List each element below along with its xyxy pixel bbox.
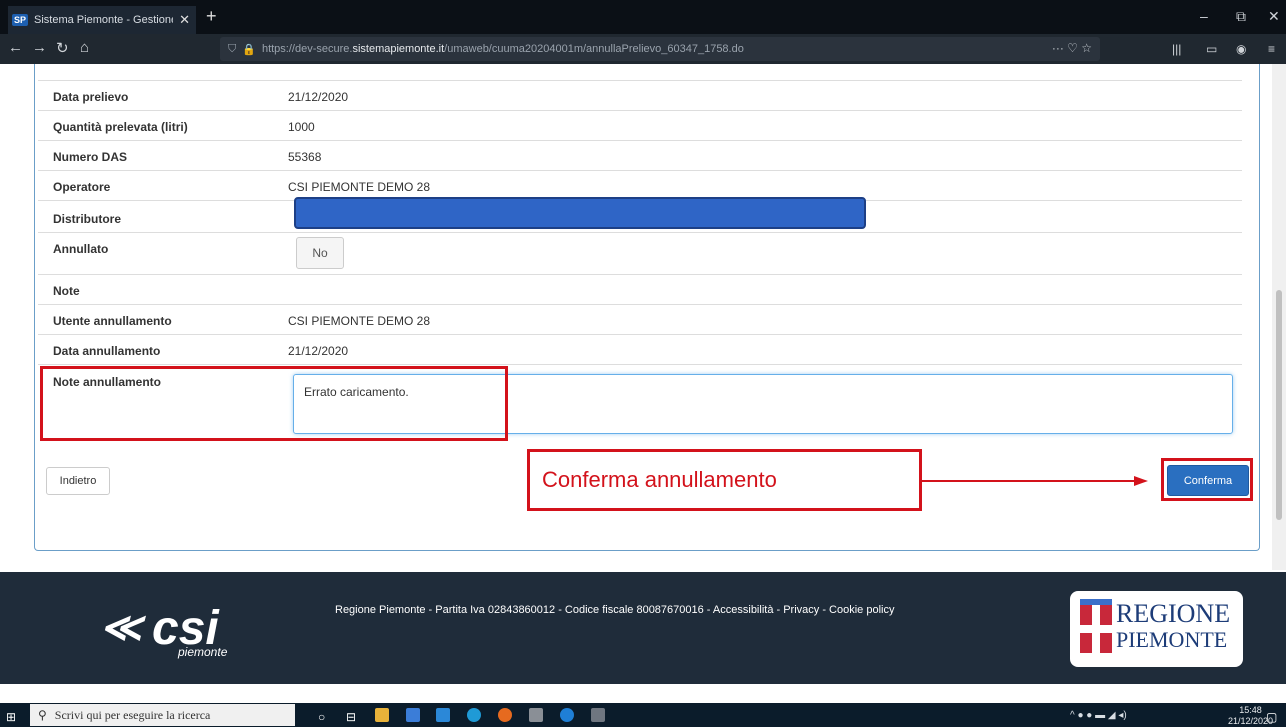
scrollbar-thumb[interactable] (1276, 290, 1282, 520)
browser-tab[interactable]: SP Sistema Piemonte - Gestione a ✕ (8, 6, 196, 34)
row-value: CSI PIEMONTE DEMO 28 (288, 180, 431, 194)
restore-icon[interactable]: ⧉ (1236, 8, 1246, 25)
search-icon: ⚲ (38, 707, 47, 722)
close-window-icon[interactable]: ✕ (1268, 8, 1280, 25)
table-row: Quantità prelevata (litri) 1000 (38, 110, 1242, 141)
annotation-callout: Conferma annullamento (527, 449, 922, 511)
footer-links[interactable]: Regione Piemonte - Partita Iva 028438600… (335, 604, 894, 616)
paint-icon[interactable] (529, 708, 543, 722)
csi-logo: ≪ csi piemonte (100, 602, 260, 661)
forward-icon[interactable]: → (32, 39, 47, 56)
table-row: Data annullamento 21/12/2020 (38, 334, 1242, 365)
flag-icon (1080, 605, 1112, 653)
browser-titlebar: SP Sistema Piemonte - Gestione a ✕ + – ⧉… (0, 0, 1286, 34)
taskbar-search-placeholder: Scrivi qui per eseguire la ricerca (54, 707, 211, 722)
row-label: Distributore (53, 212, 122, 226)
arrow-icon (922, 476, 1148, 486)
cortana-icon[interactable]: ○ (318, 710, 325, 724)
row-label: Data prelievo (53, 90, 129, 104)
sidebar-icon[interactable]: ▭ (1206, 42, 1217, 56)
row-label: Quantità prelevata (litri) (53, 120, 188, 134)
row-label: Operatore (53, 180, 111, 194)
csi-logo-sub: piemonte (178, 645, 228, 659)
table-row: Numero DAS 55368 (38, 140, 1242, 171)
row-value: 55368 (288, 150, 322, 164)
new-tab-icon[interactable]: + (206, 6, 217, 27)
mail-icon[interactable] (436, 708, 450, 722)
row-value: 21/12/2020 (288, 90, 349, 104)
minimize-icon[interactable]: – (1200, 8, 1208, 24)
row-label: Utente annullamento (53, 314, 172, 328)
browser-navbar: ← → ↻ ⌂ ⛉ 🔒 https://dev-secure. sistemapi… (0, 34, 1286, 64)
lock-icon: 🔒 (242, 43, 256, 56)
system-tray-icons[interactable]: ^ ● ● ▬ ◢ ◂) (1070, 710, 1127, 721)
url-path: /umaweb/cuuma20204001m/annullaPrelievo_6… (444, 43, 744, 55)
file-explorer-icon[interactable] (375, 708, 389, 722)
url-host: sistemapiemonte.it (352, 43, 445, 55)
row-value: 1000 (288, 120, 315, 134)
windows-start-icon[interactable]: ⊞ (6, 710, 16, 724)
table-row: Note (38, 274, 1242, 305)
url-prefix: https://dev-secure. (261, 43, 353, 55)
tab-title: Sistema Piemonte - Gestione a (34, 14, 174, 26)
row-label: Data annullamento (53, 344, 161, 358)
regione-line2: PIEMONTE (1116, 627, 1228, 652)
annullato-toggle[interactable]: No (296, 237, 344, 269)
row-label: Numero DAS (53, 150, 128, 164)
regione-logo: REGIONE PIEMONTE (1070, 591, 1243, 667)
confirm-button[interactable]: Conferma (1167, 465, 1249, 496)
skype-icon[interactable] (560, 708, 574, 722)
site-favicon: SP (12, 14, 29, 26)
row-value: 21/12/2020 (288, 344, 349, 358)
reload-icon[interactable]: ↻ (56, 39, 69, 57)
menu-icon[interactable]: ≡ (1268, 42, 1275, 56)
os-taskbar: ⊞ ⚲ Scrivi qui per eseguire la ricerca ○… (0, 703, 1286, 727)
table-row: Utente annullamento CSI PIEMONTE DEMO 28 (38, 304, 1242, 335)
table-row: Annullato (38, 232, 1242, 275)
row-value: CSI PIEMONTE DEMO 28 (288, 314, 431, 328)
back-button[interactable]: Indietro (46, 467, 110, 495)
back-icon[interactable]: ← (8, 39, 23, 56)
home-icon[interactable]: ⌂ (80, 39, 89, 56)
edge-icon[interactable] (467, 708, 481, 722)
taskbar-search[interactable]: ⚲ Scrivi qui per eseguire la ricerca (30, 704, 295, 726)
app-icon[interactable] (591, 708, 605, 722)
store-icon[interactable] (406, 708, 420, 722)
csi-mark-icon: ≪ (100, 606, 142, 650)
redacted-value (294, 197, 866, 229)
regione-line1: REGIONE (1116, 599, 1231, 628)
highlight-box-label (40, 366, 508, 441)
row-label: Annullato (53, 242, 109, 256)
task-view-icon[interactable]: ⊟ (346, 710, 356, 724)
library-icon[interactable]: ||| (1172, 42, 1181, 56)
account-icon[interactable]: ◉ (1236, 42, 1246, 56)
close-tab-icon[interactable]: ✕ (179, 12, 190, 28)
address-bar[interactable]: ⛉ 🔒 https://dev-secure. sistemapiemonte.i… (220, 37, 1100, 61)
shield-icon[interactable]: ⛉ (228, 43, 236, 56)
row-label: Note (53, 284, 80, 298)
table-row: Data prelievo 21/12/2020 (38, 80, 1242, 111)
firefox-icon[interactable] (498, 708, 512, 722)
page-actions-icon[interactable]: ··· ♡ ☆ (1052, 41, 1092, 55)
notifications-icon[interactable]: ▢ (1266, 710, 1277, 724)
